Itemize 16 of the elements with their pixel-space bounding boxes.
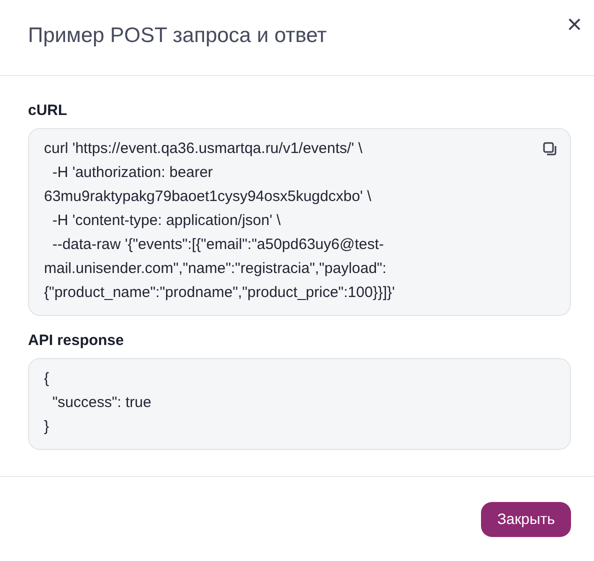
code-line: 63mu9raktypakg79baoet1cysy94osx5kugdcxbo' \ [44,187,372,207]
close-dialog-button[interactable]: Закрыть [481,502,571,537]
code-line: {"product_name":"prodname","product_price":100}}]}' [44,283,395,303]
section-label: API response [28,332,125,349]
code-line: curl 'https://event.qa36.usmartqa.ru/v1/events/' \ [44,139,362,159]
code-line: "success": true [51,393,152,413]
section-label: cURL [28,102,68,119]
code-line: mail.unisender.com","name":"registracia","payload": [44,259,386,279]
code-line: --data-raw '{"events":[{"email":"a50pd63uy6@test- [51,235,384,255]
dialog-title: Пример POST запроса и ответ [28,24,327,48]
copy-icon[interactable] [543,142,557,156]
code-line: -H 'content-type: application/json' \ [51,211,281,231]
code-line: { [44,369,50,389]
code-line: -H 'authorization: bearer [51,163,213,183]
close-button[interactable]: × [566,14,582,34]
code-line: } [44,417,50,437]
